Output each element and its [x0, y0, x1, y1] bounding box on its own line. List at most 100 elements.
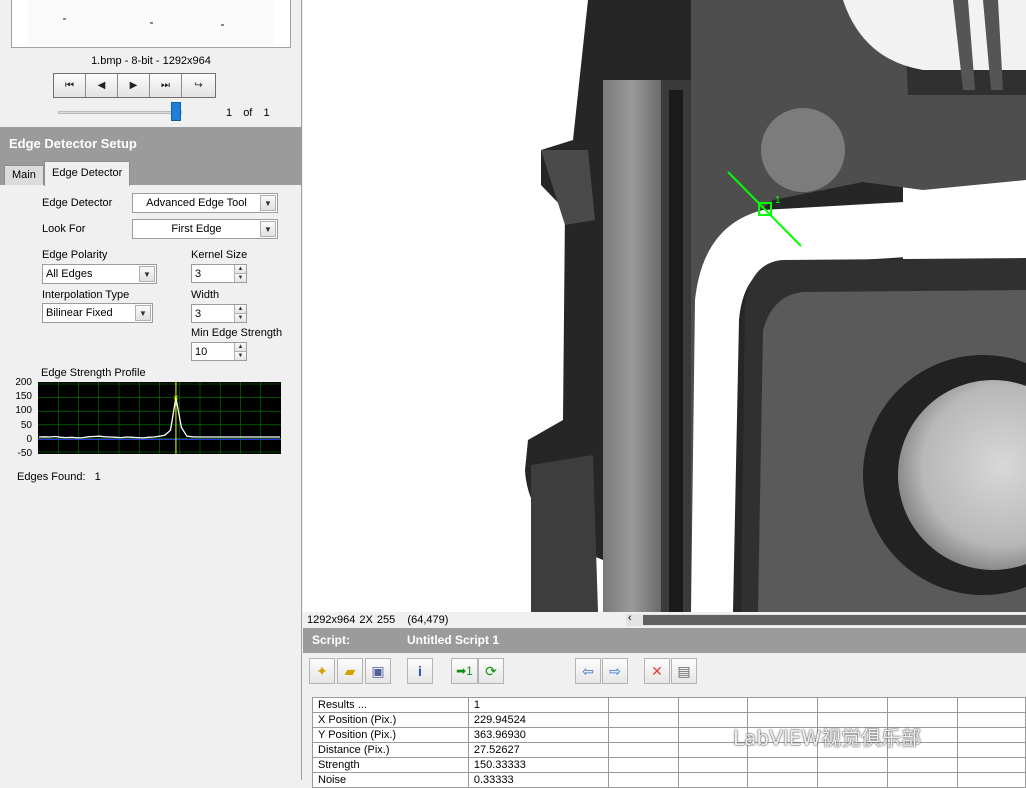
- look-for-value: First Edge: [171, 223, 222, 235]
- housing-foot: [531, 455, 598, 612]
- empty-cell: [607, 697, 679, 713]
- textured-wall: [603, 80, 661, 612]
- image-slider-track[interactable]: [58, 111, 182, 114]
- run-script-button[interactable]: ⟳: [478, 658, 504, 684]
- skip-last-icon: ⏭: [161, 80, 170, 91]
- edges-found-label: Edges Found:: [17, 471, 86, 483]
- rivet: [761, 108, 845, 192]
- scrollbar-thumb[interactable]: [643, 615, 1026, 625]
- spin-up-icon[interactable]: ▲: [235, 265, 246, 273]
- empty-cell: [607, 727, 679, 743]
- edge-polarity-value: All Edges: [46, 268, 93, 280]
- tab-edge-detector[interactable]: Edge Detector: [44, 161, 131, 186]
- performance-meter-icon: ▤: [677, 662, 691, 679]
- step-back-button[interactable]: ⇦: [575, 658, 601, 684]
- edge-detector-value: Advanced Edge Tool: [146, 197, 247, 209]
- save-script-button[interactable]: ▣: [365, 658, 391, 684]
- horizontal-scrollbar[interactable]: ‹: [626, 612, 1026, 626]
- page-of: of: [243, 107, 253, 119]
- chevron-down-icon: ▼: [135, 305, 151, 321]
- edge-strength-profile-graph[interactable]: ×: [38, 382, 281, 454]
- skip-first-icon: ⏮: [65, 80, 74, 91]
- spin-up-icon[interactable]: ▲: [235, 305, 246, 313]
- delete-step-button[interactable]: ✕: [644, 658, 670, 684]
- previous-icon: ◀: [97, 80, 106, 91]
- tab-main[interactable]: Main: [4, 165, 44, 185]
- table-row[interactable]: Noise 0.33333: [312, 772, 1026, 788]
- setup-title: Edge Detector Setup: [0, 127, 302, 157]
- open-script-icon: ▰: [344, 662, 356, 679]
- empty-cell: [957, 742, 1026, 758]
- empty-cell: [677, 757, 749, 773]
- empty-cell: [957, 727, 1026, 743]
- image-thumbnail[interactable]: [11, 0, 291, 48]
- result-value-cell: 363.96930: [467, 727, 609, 743]
- image-navigation: ⏮ ◀ ▶ ⏭ ↪: [53, 73, 216, 98]
- spin-down-icon[interactable]: ▼: [235, 273, 246, 282]
- edges-found: Edges Found: 1: [17, 471, 101, 483]
- result-name-cell: Y Position (Pix.): [312, 727, 469, 743]
- interpolation-value: Bilinear Fixed: [46, 307, 113, 319]
- status-text: 1292x964 2X 255 (64,479): [307, 614, 448, 626]
- spin-down-icon[interactable]: ▼: [235, 313, 246, 322]
- first-image-button[interactable]: ⏮: [54, 74, 86, 97]
- chevron-down-icon: ▼: [139, 266, 155, 282]
- min-strength-input[interactable]: 10 ▲ ▼: [191, 342, 247, 361]
- open-script-button[interactable]: ▰: [337, 658, 363, 684]
- script-bar: Script: Untitled Script 1: [303, 628, 1026, 653]
- results-header-row[interactable]: Results ... 1: [312, 697, 1026, 713]
- result-name-cell: X Position (Pix.): [312, 712, 469, 728]
- image-viewer[interactable]: 1: [303, 0, 1026, 612]
- performance-meter-button[interactable]: ▤: [671, 658, 697, 684]
- result-value-cell: 27.52627: [467, 742, 609, 758]
- chevron-down-icon: ▼: [260, 221, 276, 237]
- y-tick-label: -50: [17, 448, 32, 459]
- delete-step-icon: ✕: [651, 662, 663, 679]
- result-name-cell: Strength: [312, 757, 469, 773]
- page-current: 1: [226, 107, 233, 119]
- graph-grid: [38, 382, 281, 454]
- result-name-cell: Distance (Pix.): [312, 742, 469, 758]
- edge-polarity-select[interactable]: All Edges ▼: [42, 264, 157, 284]
- result-value-cell: 229.94524: [467, 712, 609, 728]
- result-value-cell: 150.33333: [467, 757, 609, 773]
- next-image-button[interactable]: ▶: [118, 74, 150, 97]
- step-forward-button[interactable]: ⇨: [602, 658, 628, 684]
- watermark: LabVIEW视觉俱乐部: [733, 726, 922, 750]
- image-info: 1292x964 2X 255: [307, 614, 396, 626]
- run-once-icon: ➡1: [456, 664, 473, 678]
- edge-detector-select[interactable]: Advanced Edge Tool ▼: [132, 193, 278, 213]
- last-image-button[interactable]: ⏭: [150, 74, 182, 97]
- script-label: Script:: [312, 633, 351, 647]
- kernel-size-label: Kernel Size: [191, 249, 248, 261]
- tab-strip: Main Edge Detector: [0, 157, 302, 186]
- empty-cell: [817, 772, 889, 788]
- interpolation-select[interactable]: Bilinear Fixed ▼: [42, 303, 153, 323]
- script-name: Untitled Script 1: [407, 633, 500, 647]
- step-forward-icon: ⇨: [609, 662, 621, 679]
- new-script-button[interactable]: ✦: [309, 658, 335, 684]
- empty-cell: [887, 772, 959, 788]
- edge-detector-label: Edge Detector: [42, 197, 113, 209]
- look-for-select[interactable]: First Edge ▼: [132, 219, 278, 239]
- empty-cell: [817, 757, 889, 773]
- info-button[interactable]: i: [407, 658, 433, 684]
- empty-cell: [887, 757, 959, 773]
- run-once-button[interactable]: ➡1: [451, 658, 478, 684]
- loop-button[interactable]: ↪: [182, 74, 215, 97]
- empty-cell: [817, 697, 889, 713]
- spin-down-icon[interactable]: ▼: [235, 351, 246, 360]
- image-slider-thumb[interactable]: [171, 102, 181, 121]
- page-indicator: 1 of 1: [226, 107, 270, 119]
- width-input[interactable]: 3 ▲ ▼: [191, 304, 247, 323]
- result-value-cell: 0.33333: [467, 772, 609, 788]
- previous-image-button[interactable]: ◀: [86, 74, 118, 97]
- y-tick-label: 100: [15, 405, 32, 416]
- empty-cell: [957, 772, 1026, 788]
- chevron-left-icon[interactable]: ‹: [628, 612, 632, 624]
- empty-cell: [677, 697, 749, 713]
- y-tick-label: 0: [26, 434, 32, 445]
- table-row[interactable]: Strength 150.33333: [312, 757, 1026, 773]
- spin-up-icon[interactable]: ▲: [235, 343, 246, 351]
- kernel-size-input[interactable]: 3 ▲ ▼: [191, 264, 247, 283]
